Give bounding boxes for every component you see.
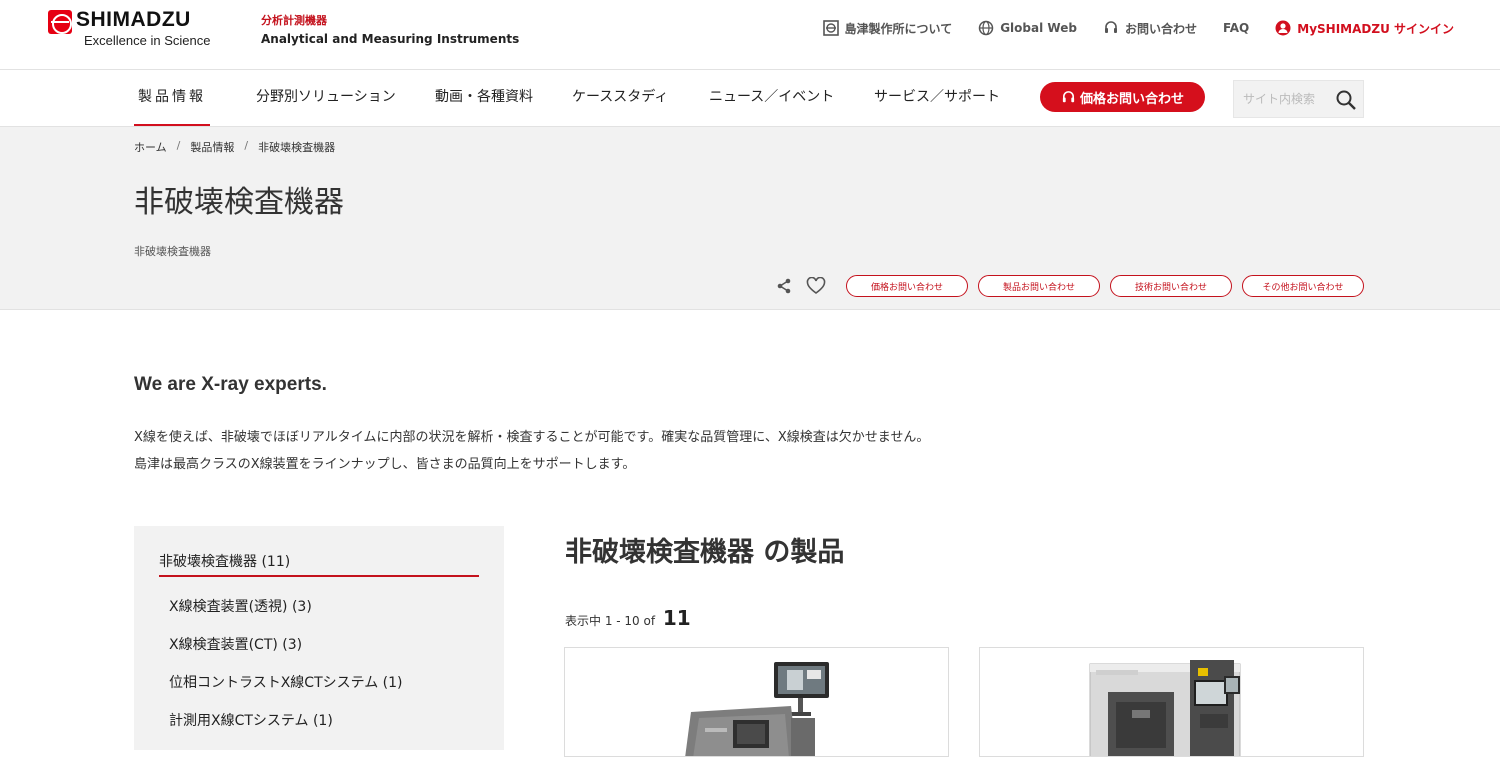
sidebar-item-xray-fluoroscopy[interactable]: X線検査装置(透視) (3)	[169, 596, 403, 634]
category-sidebar: 非破壊検査機器 (11) X線検査装置(透視) (3) X線検査装置(CT) (…	[134, 526, 504, 750]
product-image-xray-inspection-system	[685, 662, 829, 756]
breadcrumb-separator: /	[244, 139, 249, 152]
nav-news-events[interactable]: ニュース／イベント	[709, 70, 834, 126]
products-heading: 非破壊検査機器 の製品	[565, 537, 845, 568]
product-card[interactable]	[564, 647, 949, 757]
user-icon	[1275, 20, 1291, 36]
logo-text: SHIMADZU	[76, 8, 191, 31]
nav-case-studies[interactable]: ケーススタディ	[572, 70, 668, 126]
shimadzu-logo-mark-icon	[48, 10, 72, 34]
headset-icon	[1104, 21, 1117, 33]
nav-videos-documents[interactable]: 動画・各種資料	[435, 70, 533, 126]
sidebar-item-xray-ct[interactable]: X線検査装置(CT) (3)	[169, 634, 403, 672]
product-card[interactable]	[979, 647, 1364, 757]
intro-line-2: 島津は最高クラスのX線装置をラインナップし、皆さまの品質向上をサポートします。	[134, 457, 636, 472]
building-icon	[822, 20, 839, 36]
nav-service-support[interactable]: サービス／サポート	[874, 70, 1000, 126]
intro-text: X線を使えば、非破壊でほぼリアルタイムに内部の状況を解析・検査することが可能です…	[134, 424, 929, 478]
heart-icon	[806, 277, 826, 294]
results-count-total: 11	[662, 606, 691, 630]
breadcrumb-home[interactable]: ホーム	[134, 139, 167, 155]
utility-nav: 島津製作所について Global Web お問い合わせ FAQ MySHIMAD…	[797, 18, 1454, 38]
globe-icon	[978, 20, 994, 36]
breadcrumb-current: 非破壊検査機器	[258, 141, 336, 154]
division-title-jp: 分析計測機器	[261, 14, 327, 27]
util-link-contact-label: お問い合わせ	[1124, 21, 1197, 36]
nav-products[interactable]: 製品情報	[134, 70, 210, 126]
intro-heading: We are X-ray experts.	[134, 374, 327, 395]
util-link-about-label: 島津製作所について	[844, 21, 953, 36]
page-actions: 価格お問い合わせ 製品お問い合わせ 技術お問い合わせ その他お問い合わせ	[774, 275, 1364, 297]
breadcrumb: ホーム / 製品情報 / 非破壊検査機器	[134, 139, 335, 155]
technical-inquiry-pill[interactable]: 技術お問い合わせ	[1110, 275, 1232, 297]
nav-solutions[interactable]: 分野別ソリューション	[256, 70, 396, 126]
util-link-contact[interactable]: お問い合わせ	[1103, 20, 1197, 37]
util-link-signin-label: MySHIMADZU サインイン	[1297, 21, 1454, 36]
breadcrumb-products[interactable]: 製品情報	[190, 139, 234, 155]
share-button[interactable]	[774, 276, 794, 296]
division-title[interactable]: 分析計測機器 Analytical and Measuring Instrume…	[261, 12, 519, 46]
sidebar-item-phase-contrast-ct[interactable]: 位相コントラストX線CTシステム (1)	[169, 672, 403, 710]
breadcrumb-separator: /	[176, 139, 181, 152]
results-count-prefix: 表示中 1 - 10 of	[565, 614, 656, 628]
price-inquiry-pill[interactable]: 価格お問い合わせ	[846, 275, 968, 297]
util-link-global-web-label: Global Web	[1000, 21, 1077, 35]
other-inquiry-pill[interactable]: その他お問い合わせ	[1242, 275, 1364, 297]
headset-icon	[1062, 90, 1075, 102]
page-header: ホーム / 製品情報 / 非破壊検査機器 非破壊検査機器 非破壊検査機器 価格お…	[0, 127, 1500, 310]
search-icon[interactable]	[1335, 89, 1357, 111]
price-inquiry-button-label: 価格お問い合わせ	[1079, 91, 1184, 107]
site-search	[1233, 80, 1364, 118]
sidebar-item-metrology-ct[interactable]: 計測用X線CTシステム (1)	[169, 710, 403, 748]
sidebar-category-list: X線検査装置(透視) (3) X線検査装置(CT) (3) 位相コントラストX線…	[169, 596, 403, 748]
share-icon	[777, 278, 791, 294]
sidebar-category-title[interactable]: 非破壊検査機器 (11)	[159, 551, 479, 577]
favorite-button[interactable]	[806, 276, 826, 296]
util-link-faq[interactable]: FAQ	[1223, 21, 1249, 35]
util-link-faq-label: FAQ	[1222, 21, 1250, 35]
product-image-xray-ct-system	[1089, 660, 1241, 756]
util-link-signin[interactable]: MySHIMADZU サインイン	[1275, 20, 1454, 37]
main-nav: 製品情報 分野別ソリューション 動画・各種資料 ケーススタディ ニュース／イベン…	[0, 70, 1500, 127]
shimadzu-logo[interactable]: SHIMADZU Excellence in Science	[48, 8, 223, 49]
page-subtitle: 非破壊検査機器	[134, 245, 211, 258]
search-input[interactable]	[1234, 81, 1330, 117]
product-inquiry-pill[interactable]: 製品お問い合わせ	[978, 275, 1100, 297]
division-title-en: Analytical and Measuring Instruments	[261, 32, 520, 46]
price-inquiry-button[interactable]: 価格お問い合わせ	[1040, 82, 1205, 112]
util-link-about[interactable]: 島津製作所について	[822, 20, 953, 37]
results-count: 表示中 1 - 10 of 11	[565, 606, 691, 630]
intro-line-1: X線を使えば、非破壊でほぼリアルタイムに内部の状況を解析・検査することが可能です…	[134, 430, 930, 445]
top-header: SHIMADZU Excellence in Science 分析計測機器 An…	[0, 0, 1500, 70]
util-link-global-web[interactable]: Global Web	[978, 20, 1077, 36]
page-title: 非破壊検査機器	[134, 185, 344, 220]
logo-tagline: Excellence in Science	[84, 33, 211, 48]
